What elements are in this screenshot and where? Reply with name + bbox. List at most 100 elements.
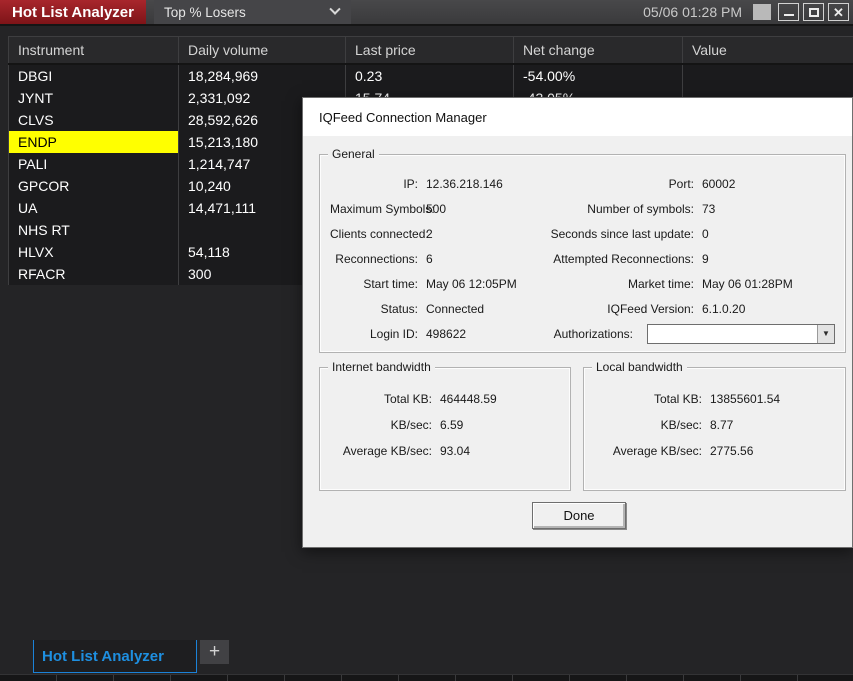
general-row: Status: Connected IQFeed Version: 6.1.0.20 (330, 296, 835, 321)
field-value: 6.59 (440, 418, 464, 432)
field-label: Market time: (627, 276, 694, 291)
tab-label: Hot List Analyzer (42, 647, 164, 665)
internet-bandwidth-rows: Total KB: 464448.59 KB/sec: 6.59 Average KB/… (328, 386, 560, 464)
field-value: 13855601.54 (710, 392, 781, 406)
hotlist-dropdown-value: Top % Losers (163, 4, 246, 20)
field-label: Total KB: (653, 392, 702, 406)
field-value: 464448.59 (440, 392, 497, 406)
field-value: May 06 01:28PM (702, 276, 793, 291)
general-legend: General (328, 147, 379, 161)
table-cell[interactable]: GPCOR (8, 175, 178, 197)
minimize-button[interactable] (778, 3, 799, 21)
dropdown-arrow-icon: ▼ (822, 329, 830, 338)
bottom-grid-strip (0, 674, 853, 681)
field-label: KB/sec: (660, 418, 702, 432)
selected-instrument-cell[interactable]: ENDP (8, 131, 178, 153)
tab-hot-list-analyzer[interactable]: Hot List Analyzer (33, 640, 197, 673)
authorizations-label: Authorizations: (553, 326, 633, 341)
field-value: 93.04 (440, 444, 471, 458)
table-cell[interactable]: NHS RT (8, 219, 178, 241)
field-value: 8.77 (710, 418, 734, 432)
login-id-label: Login ID: (369, 326, 418, 341)
column-header[interactable]: Instrument (8, 37, 178, 63)
table-cell[interactable]: RFACR (8, 263, 178, 285)
bandwidth-row: Average KB/sec: 93.04 (328, 438, 560, 464)
general-row: Reconnections: 6 Attempted Reconnections: 9 (330, 246, 835, 271)
hotlist-table-header: Instrument Daily volume Last price Net chan… (8, 37, 853, 65)
column-header[interactable]: Last price (345, 37, 513, 63)
authorizations-combobox[interactable]: ▼ (647, 323, 835, 344)
field-label: IP: (403, 176, 418, 191)
field-value: 12.36.218.146 (426, 176, 503, 191)
general-groupbox: General IP: 12.36.218.146 Port: 60002 Maximu… (319, 147, 846, 353)
bandwidth-row: Total KB: 13855601.54 (592, 386, 835, 412)
table-cell[interactable]: 18,284,969 (178, 65, 345, 87)
local-bandwidth-rows: Total KB: 13855601.54 KB/sec: 8.77 Average K… (592, 386, 835, 464)
column-header[interactable]: Daily volume (178, 37, 345, 63)
field-value: 500 (426, 201, 447, 216)
field-value: 0 (702, 226, 709, 241)
field-label: Average KB/sec: (612, 444, 702, 458)
table-cell[interactable]: CLVS (8, 109, 178, 131)
iqfeed-connection-manager-dialog: IQFeed Connection Manager General IP: 12.… (302, 97, 853, 548)
general-row: Start time: May 06 12:05PM Market time: May… (330, 271, 835, 296)
authorizations-row: Authorizations: ▼ (546, 323, 835, 344)
general-row: Clients connected: 2 Seconds since last up… (330, 221, 835, 246)
window-swatch-button[interactable] (753, 4, 771, 20)
general-row: Maximum Symbols: 500 Number of symbols: 73 (330, 196, 835, 221)
authorizations-combobox-value[interactable] (648, 325, 817, 343)
table-cell[interactable]: 0.23 (345, 65, 513, 87)
field-label: KB/sec: (390, 418, 432, 432)
table-cell[interactable]: JYNT (8, 87, 178, 109)
field-label: Average KB/sec: (342, 444, 432, 458)
general-row-login: Login ID: 498622 Authorizations: ▼ (330, 321, 835, 346)
field-label: Maximum Symbols: (330, 201, 435, 216)
internet-bandwidth-legend: Internet bandwidth (328, 360, 435, 374)
field-value: 73 (702, 201, 716, 216)
maximize-button[interactable] (803, 3, 824, 21)
field-value: 6 (426, 251, 433, 266)
window-titlebar[interactable]: Hot List Analyzer Top % Losers 05/06 01:… (0, 0, 853, 26)
minimize-icon (783, 14, 794, 16)
bandwidth-row: KB/sec: 8.77 (592, 412, 835, 438)
column-header[interactable]: Net change (513, 37, 682, 63)
hotlist-dropdown[interactable]: Top % Losers (153, 0, 351, 24)
table-cell[interactable]: -54.00% (513, 65, 682, 87)
table-cell[interactable]: HLVX (8, 241, 178, 263)
app-title: Hot List Analyzer (0, 0, 146, 24)
table-cell[interactable]: DBGI (8, 65, 178, 87)
maximize-icon (808, 7, 819, 17)
close-icon: ✕ (833, 4, 844, 20)
bandwidth-row: KB/sec: 6.59 (328, 412, 560, 438)
table-cell[interactable]: UA (8, 197, 178, 219)
table-cell[interactable] (682, 65, 853, 87)
local-bandwidth-groupbox: Local bandwidth Total KB: 13855601.54 KB/s… (583, 360, 846, 491)
field-value: 60002 (702, 176, 736, 191)
field-value: 9 (702, 251, 709, 266)
general-row: IP: 12.36.218.146 Port: 60002 (330, 171, 835, 196)
field-label: IQFeed Version: (607, 301, 694, 316)
field-value: May 06 12:05PM (426, 276, 517, 291)
clock: 05/06 01:28 PM (643, 4, 742, 20)
field-label: Seconds since last update: (550, 226, 694, 241)
column-header[interactable]: Value (682, 37, 853, 63)
field-label: Start time: (363, 276, 418, 291)
field-value: 2 (426, 226, 433, 241)
add-tab-button[interactable]: + (200, 640, 229, 664)
dialog-title[interactable]: IQFeed Connection Manager (303, 98, 852, 136)
field-label: Reconnections: (335, 251, 418, 266)
field-value: 6.1.0.20 (702, 301, 746, 316)
combobox-arrow-button[interactable]: ▼ (817, 324, 834, 343)
internet-bandwidth-groupbox: Internet bandwidth Total KB: 464448.59 KB/… (319, 360, 571, 491)
table-cell[interactable]: PALI (8, 153, 178, 175)
close-button[interactable]: ✕ (828, 3, 849, 21)
done-button[interactable]: Done (532, 502, 626, 529)
field-label: Total KB: (383, 392, 432, 406)
bandwidth-row: Average KB/sec: 2775.56 (592, 438, 835, 464)
field-label: Status: (380, 301, 418, 316)
field-label: Number of symbols: (587, 201, 694, 216)
local-bandwidth-legend: Local bandwidth (592, 360, 687, 374)
chevron-down-icon (329, 3, 341, 15)
dialog-body: General IP: 12.36.218.146 Port: 60002 Maximu… (303, 136, 852, 548)
field-label: Clients connected: (330, 226, 429, 241)
